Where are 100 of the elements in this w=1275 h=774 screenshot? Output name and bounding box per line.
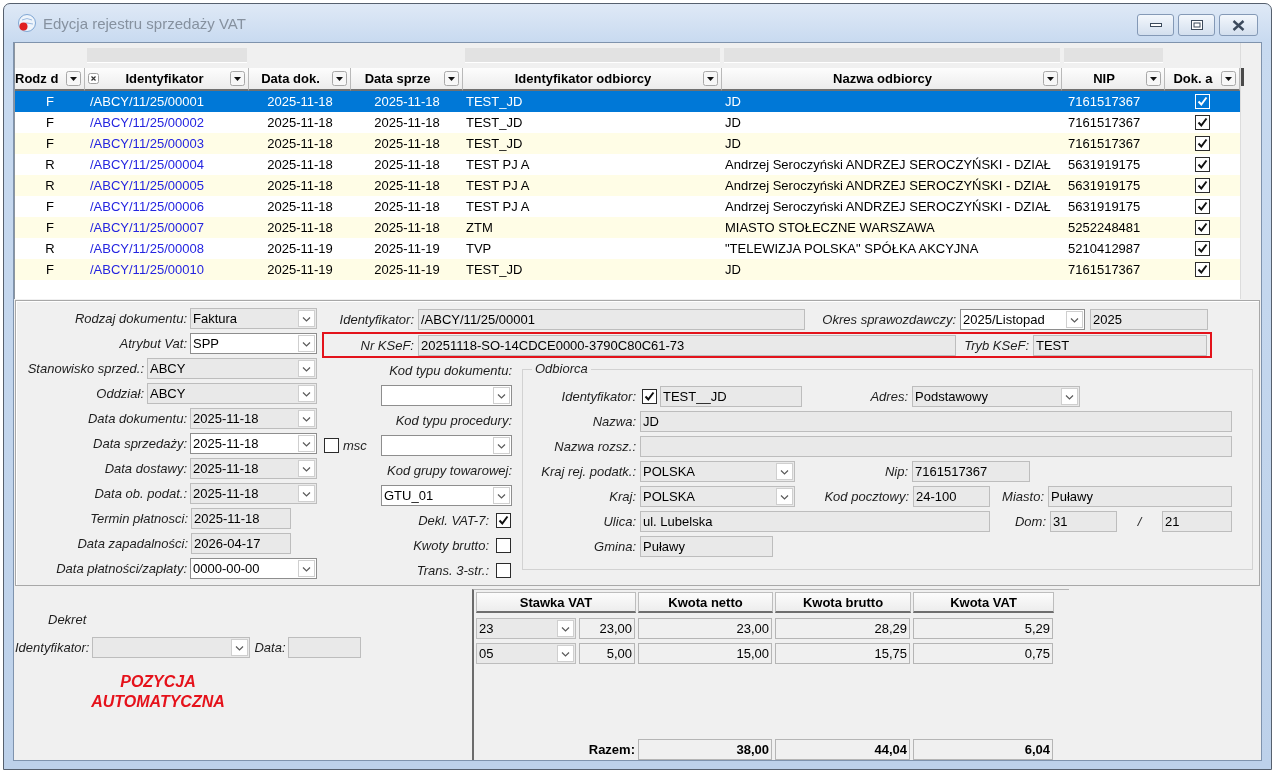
text-field[interactable] — [640, 436, 1232, 457]
text-field[interactable]: 20251118-SO-14CDCE0000-3790C80C61-73 — [418, 334, 956, 356]
chevron-down-icon[interactable] — [298, 485, 315, 502]
filter-field[interactable] — [724, 48, 1060, 63]
caret-down-icon[interactable] — [1043, 71, 1058, 86]
text-field[interactable]: TEST — [1033, 334, 1207, 356]
checkbox[interactable] — [496, 513, 511, 528]
text-field[interactable]: 2025 — [1090, 308, 1208, 330]
column-header[interactable]: Nazwa odbiorcy — [722, 68, 1062, 91]
caret-down-icon[interactable] — [1146, 71, 1161, 86]
close-button[interactable] — [1219, 14, 1258, 36]
chevron-down-icon[interactable] — [298, 560, 315, 577]
dropdown-field[interactable]: ABCY — [147, 358, 317, 379]
chevron-down-icon[interactable] — [298, 385, 315, 402]
column-header[interactable]: NIP — [1062, 68, 1165, 91]
text-field[interactable]: 21 — [1162, 511, 1232, 532]
table-row[interactable]: R /ABCY/11/25/00005 2025-11-18 2025-11-18 TEST PJ A Andrzej Seroczyński ANDRZEJ SEROCZYŃSKI - DZIAŁ 5631919175 — [15, 175, 1240, 196]
text-field[interactable]: TEST__JD — [660, 386, 802, 407]
text-field[interactable]: 7161517367 — [912, 461, 1030, 482]
filter-field[interactable] — [87, 48, 247, 63]
checkbox[interactable] — [1195, 157, 1210, 172]
dropdown-field[interactable] — [92, 637, 251, 658]
dropdown-field[interactable]: 2025-11-18 — [190, 408, 317, 429]
text-field[interactable]: JD — [640, 411, 1232, 432]
dropdown-field[interactable]: POLSKA — [640, 486, 795, 507]
text-field[interactable]: Puławy — [640, 536, 773, 557]
table-row[interactable]: F /ABCY/11/25/00001 2025-11-18 2025-11-18 TEST_JD JD 7161517367 — [15, 91, 1240, 112]
column-header[interactable]: Data dok. — [249, 68, 351, 91]
text-field[interactable]: /ABCY/11/25/00001 — [418, 308, 805, 330]
chevron-down-icon[interactable] — [298, 460, 315, 477]
filter-field[interactable] — [465, 48, 720, 63]
chevron-down-icon[interactable] — [1061, 388, 1078, 405]
checkbox[interactable] — [1195, 136, 1210, 151]
checkbox[interactable] — [1195, 220, 1210, 235]
chevron-down-icon[interactable] — [776, 488, 793, 505]
table-row[interactable]: F /ABCY/11/25/00007 2025-11-18 2025-11-18 ZTM MIASTO STOŁECZNE WARSZAWA 5252248481 — [15, 217, 1240, 238]
dropdown-field[interactable]: POLSKA — [640, 461, 795, 482]
chevron-down-icon[interactable] — [776, 463, 793, 480]
chevron-down-icon[interactable] — [493, 437, 510, 454]
column-header[interactable]: Kwota brutto — [775, 592, 911, 613]
text-field[interactable]: ul. Lubelska — [640, 511, 990, 532]
x-mark-icon[interactable] — [88, 73, 99, 84]
dropdown-field[interactable]: Faktura — [190, 308, 317, 329]
chevron-down-icon[interactable] — [1066, 310, 1083, 328]
chevron-down-icon[interactable] — [298, 435, 315, 452]
dropdown-field[interactable] — [381, 435, 512, 456]
scrollbar-thumb[interactable] — [1241, 68, 1244, 86]
dropdown-field[interactable]: SPP — [190, 333, 317, 354]
chevron-down-icon[interactable] — [231, 639, 249, 656]
checkbox[interactable] — [642, 389, 657, 404]
dropdown-field[interactable]: 05 — [476, 643, 576, 664]
column-header[interactable]: Rodz d — [15, 68, 85, 91]
table-row[interactable]: F /ABCY/11/25/00010 2025-11-19 2025-11-19 TEST_JD JD 7161517367 — [15, 259, 1240, 280]
chevron-down-icon[interactable] — [493, 387, 510, 404]
chevron-down-icon[interactable] — [298, 410, 315, 427]
caret-down-icon[interactable] — [1221, 71, 1236, 86]
caret-down-icon[interactable] — [444, 71, 459, 86]
dropdown-field[interactable] — [381, 385, 512, 406]
dropdown-field[interactable]: 23 — [476, 618, 576, 639]
text-field[interactable]: 31 — [1050, 511, 1117, 532]
column-header[interactable]: Dok. a — [1165, 68, 1240, 91]
text-field[interactable]: 2026-04-17 — [191, 533, 291, 554]
text-field[interactable]: 24-100 — [913, 486, 990, 507]
chevron-down-icon[interactable] — [557, 620, 574, 637]
dropdown-field[interactable]: 2025-11-18 — [190, 458, 317, 479]
column-header[interactable]: Stawka VAT — [476, 592, 636, 613]
maximize-button[interactable] — [1178, 14, 1215, 36]
column-header[interactable]: Identyfikator — [85, 68, 249, 91]
text-field[interactable]: Puławy — [1048, 486, 1232, 507]
column-header[interactable]: Kwota netto — [638, 592, 773, 613]
checkbox[interactable] — [496, 563, 511, 578]
filter-field[interactable] — [1064, 48, 1163, 63]
chevron-down-icon[interactable] — [493, 487, 510, 504]
column-header[interactable]: Kwota VAT — [913, 592, 1054, 613]
text-field[interactable] — [287, 637, 361, 658]
table-row[interactable]: F /ABCY/11/25/00003 2025-11-18 2025-11-18 TEST_JD JD 7161517367 — [15, 133, 1240, 154]
chevron-down-icon[interactable] — [298, 335, 315, 352]
checkbox[interactable] — [496, 538, 511, 553]
checkbox[interactable] — [1195, 178, 1210, 193]
dropdown-field[interactable]: 2025-11-18 — [190, 483, 317, 504]
text-field[interactable]: 2025-11-18 — [191, 508, 291, 529]
chevron-down-icon[interactable] — [298, 360, 315, 377]
checkbox[interactable] — [1195, 241, 1210, 256]
dropdown-field[interactable]: GTU_01 — [381, 485, 512, 506]
caret-down-icon[interactable] — [332, 71, 347, 86]
column-header[interactable]: Identyfikator odbiorcy — [463, 68, 722, 91]
dropdown-field[interactable]: ABCY — [147, 383, 317, 404]
chevron-down-icon[interactable] — [298, 310, 315, 327]
checkbox[interactable] — [324, 438, 339, 453]
checkbox[interactable] — [1195, 262, 1210, 277]
scrollbar[interactable] — [1240, 43, 1261, 299]
dropdown-field[interactable]: Podstawowy — [912, 386, 1080, 407]
column-header[interactable]: Data sprze — [351, 68, 463, 91]
caret-down-icon[interactable] — [230, 71, 245, 86]
chevron-down-icon[interactable] — [557, 645, 574, 662]
minimize-button[interactable] — [1137, 14, 1174, 36]
dropdown-field[interactable]: 2025/Listopad — [960, 308, 1085, 330]
caret-down-icon[interactable] — [703, 71, 718, 86]
caret-down-icon[interactable] — [66, 71, 81, 86]
checkbox[interactable] — [1195, 115, 1210, 130]
